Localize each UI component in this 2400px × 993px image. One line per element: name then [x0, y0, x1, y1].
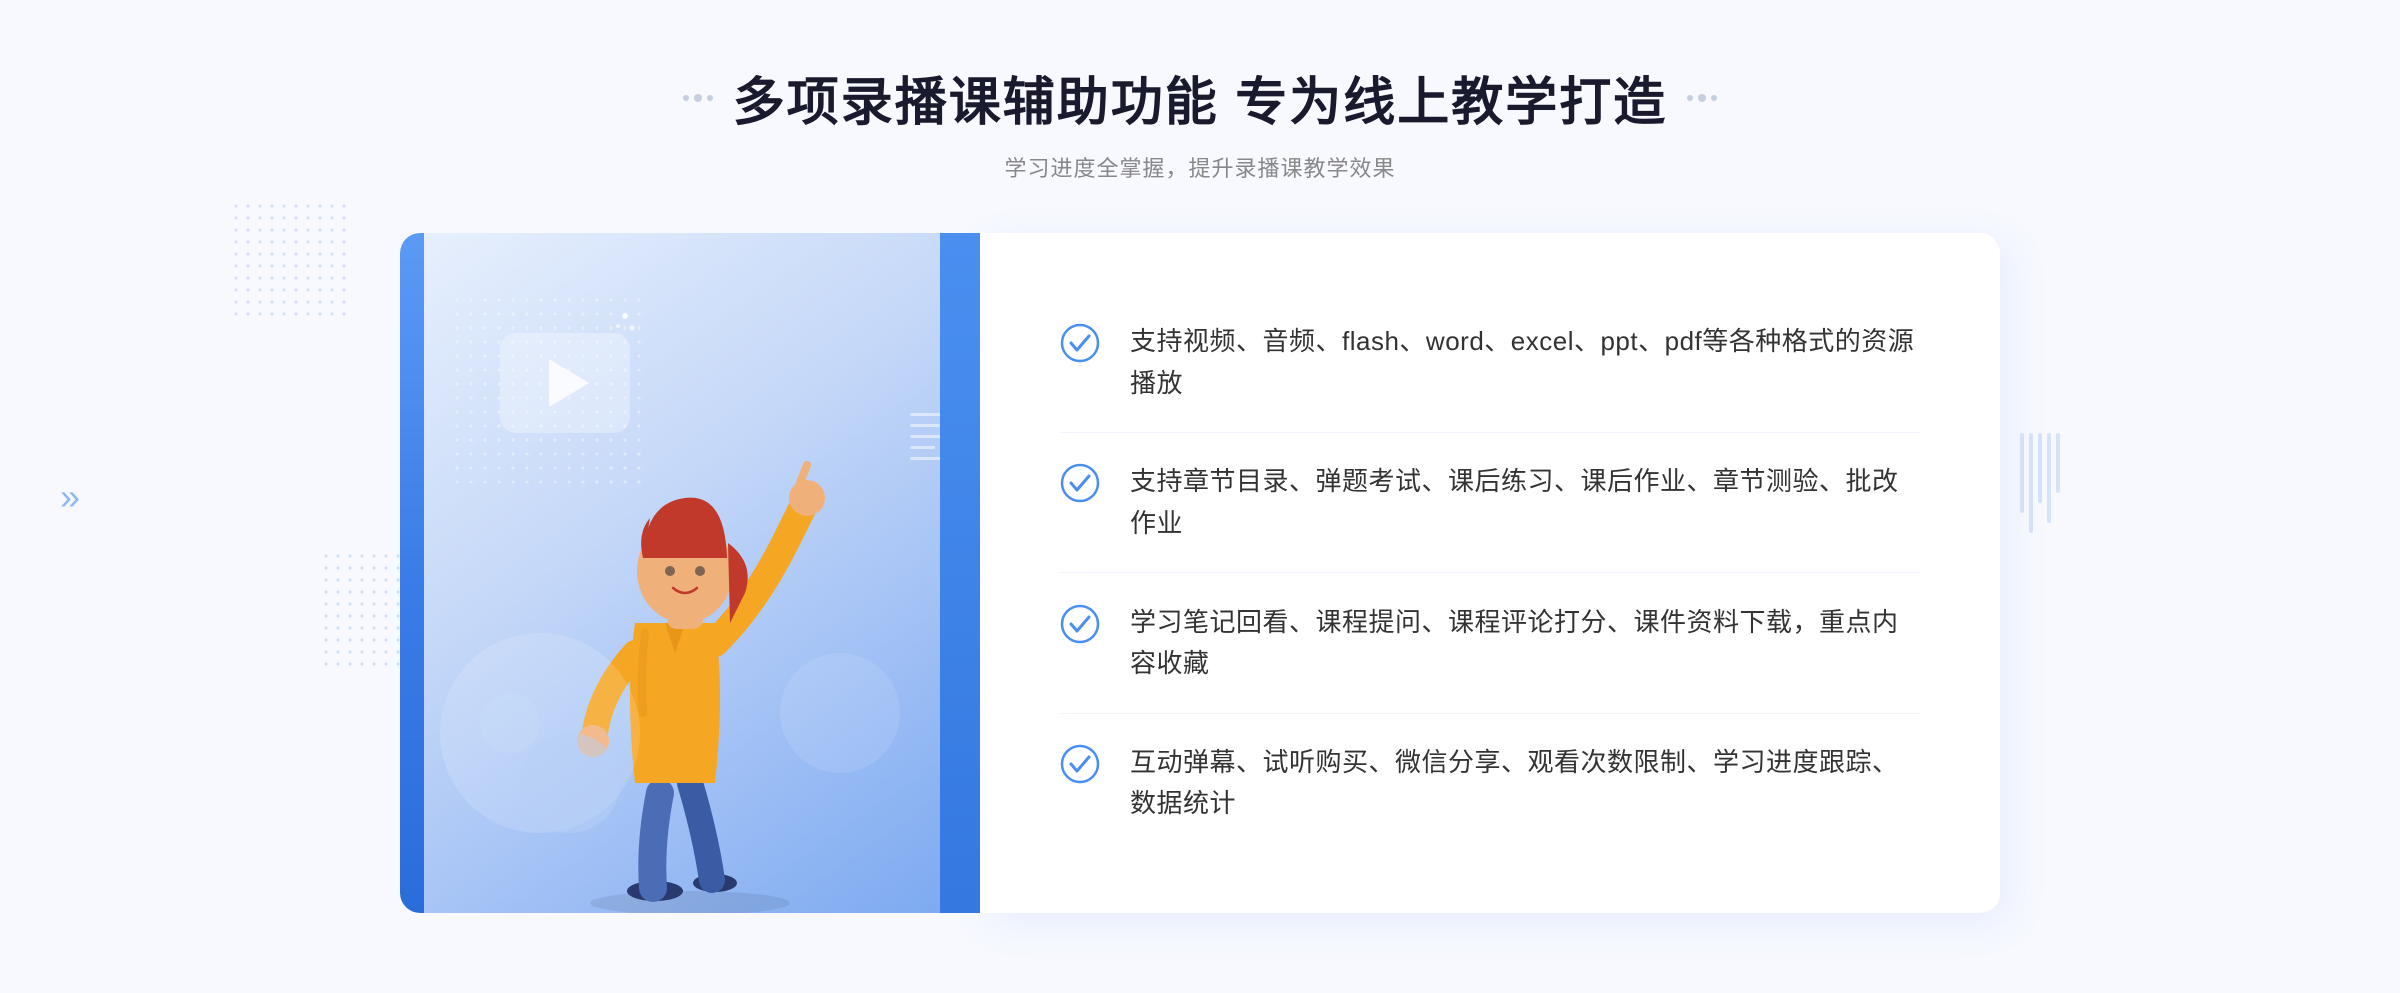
feature-item-2: 支持章节目录、弹题考试、课后练习、课后作业、章节测验、批改作业: [1060, 433, 1920, 573]
sparkle: [610, 308, 640, 343]
feature-text-1: 支持视频、音频、flash、word、excel、ppt、pdf等各种格式的资源…: [1130, 321, 1920, 404]
circle-decoration-2: [780, 653, 900, 773]
dots-right: [1687, 94, 1717, 102]
side-bar: [400, 233, 424, 913]
header-section: 多项录播课辅助功能 专为线上教学打造 学习进度全掌握，提升录播课教学效果: [683, 60, 1717, 183]
accent-bar: [940, 233, 980, 913]
features-panel: 支持视频、音频、flash、word、excel、ppt、pdf等各种格式的资源…: [980, 233, 2000, 913]
feature-item-4: 互动弹幕、试听购买、微信分享、观看次数限制、学习进度跟踪、数据统计: [1060, 714, 1920, 853]
feature-item-3: 学习笔记回看、课程提问、课程评论打分、课件资料下载，重点内容收藏: [1060, 574, 1920, 714]
subtitle: 学习进度全掌握，提升录播课教学效果: [683, 151, 1717, 183]
feature-text-4: 互动弹幕、试听购买、微信分享、观看次数限制、学习进度跟踪、数据统计: [1130, 742, 1920, 825]
feature-item-1: 支持视频、音频、flash、word、excel、ppt、pdf等各种格式的资源…: [1060, 293, 1920, 433]
page-container: » 多项录播课辅助功能 专为线上教学打造 学习进度全掌握，提升录播课教学效果: [0, 0, 2400, 993]
outside-circle-2: [480, 693, 540, 753]
check-icon-1: [1060, 323, 1100, 363]
illustration-panel: [400, 233, 980, 913]
title-row: 多项录播课辅助功能 专为线上教学打造: [683, 60, 1717, 135]
main-title: 多项录播课辅助功能 专为线上教学打造: [733, 60, 1667, 135]
stripes-decoration: [2020, 433, 2060, 533]
chevron-left-icon: »: [60, 476, 80, 518]
dots-left: [683, 94, 713, 102]
check-icon-3: [1060, 604, 1100, 644]
dot-pattern-1: [230, 200, 350, 320]
feature-text-2: 支持章节目录、弹题考试、课后练习、课后作业、章节测验、批改作业: [1130, 461, 1920, 544]
outside-circle-1: [520, 733, 620, 833]
check-icon-4: [1060, 744, 1100, 784]
content-area: 支持视频、音频、flash、word、excel、ppt、pdf等各种格式的资源…: [400, 233, 2000, 913]
feature-text-3: 学习笔记回看、课程提问、课程评论打分、课件资料下载，重点内容收藏: [1130, 602, 1920, 685]
check-icon-2: [1060, 463, 1100, 503]
